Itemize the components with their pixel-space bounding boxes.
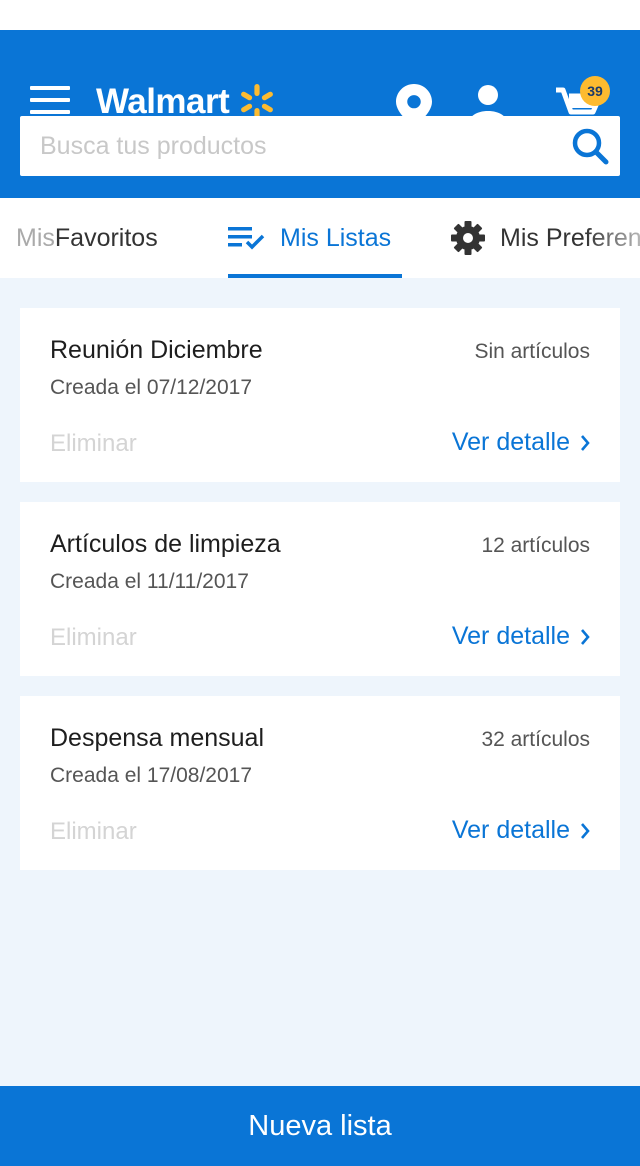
status-bar <box>0 0 640 30</box>
list-created-date: Creada el 11/11/2017 <box>50 570 249 593</box>
app-header: Walmart 39 <box>0 30 640 198</box>
tab-favorites-label: Favoritos <box>54 223 158 252</box>
chevron-right-icon <box>581 628 590 645</box>
list-card: Reunión Diciembre Sin artículos Creada e… <box>20 308 620 482</box>
chevron-right-icon <box>581 822 590 839</box>
gear-icon <box>451 221 485 255</box>
view-detail-label: Ver detalle <box>451 816 570 844</box>
search-bar <box>20 116 620 176</box>
list-item-count: Sin artículos <box>474 340 590 363</box>
cart-count-badge: 39 <box>580 76 610 106</box>
tab-favorites-prefix: Mis <box>16 223 55 252</box>
list-item-count: 32 artículos <box>481 728 590 751</box>
search-icon <box>572 128 609 165</box>
view-detail-button[interactable]: Ver detalle <box>452 816 590 845</box>
view-detail-label: Ver detalle <box>451 622 570 650</box>
list-item-count: 12 artículos <box>481 534 590 557</box>
list-created-date: Creada el 17/08/2017 <box>50 764 252 787</box>
list-created-date: Creada el 07/12/2017 <box>50 376 252 399</box>
list-name: Artículos de limpieza <box>50 530 281 558</box>
delete-list-button[interactable]: Eliminar <box>50 818 137 846</box>
search-input[interactable] <box>20 116 560 176</box>
tab-my-lists[interactable]: Mis Listas <box>228 198 402 278</box>
lists-container: Reunión Diciembre Sin artículos Creada e… <box>20 308 620 890</box>
tab-my-lists-label: Mis Listas <box>280 223 392 252</box>
tab-preferences-label: Mis Preferen <box>500 223 640 252</box>
delete-list-button[interactable]: Eliminar <box>50 430 137 458</box>
list-name: Despensa mensual <box>50 724 265 752</box>
menu-icon[interactable] <box>30 86 70 116</box>
tab-favorites[interactable]: Mis Favoritos <box>16 198 158 278</box>
list-card: Artículos de limpieza 12 artículos Cread… <box>20 502 620 676</box>
chevron-right-icon <box>581 434 590 451</box>
delete-list-button[interactable]: Eliminar <box>50 624 137 652</box>
view-detail-label: Ver detalle <box>451 428 570 456</box>
list-card: Despensa mensual 32 artículos Creada el … <box>20 696 620 870</box>
tab-preferences[interactable]: Mis Preferen <box>450 198 640 278</box>
search-button[interactable] <box>560 116 620 176</box>
tab-bar: Mis Favoritos Mis Listas Mis Preferen <box>0 198 640 278</box>
new-list-button[interactable]: Nueva lista <box>0 1086 640 1166</box>
view-detail-button[interactable]: Ver detalle <box>452 622 590 651</box>
checklist-icon <box>228 227 265 250</box>
list-name: Reunión Diciembre <box>50 336 263 364</box>
view-detail-button[interactable]: Ver detalle <box>452 428 590 457</box>
